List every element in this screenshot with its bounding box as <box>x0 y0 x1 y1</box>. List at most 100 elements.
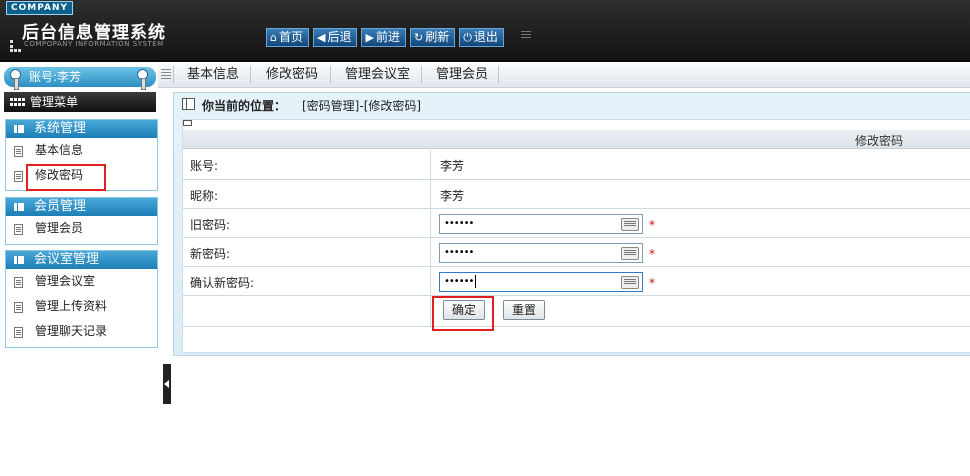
arrow-right-icon: ▶ <box>365 31 374 44</box>
new-password-label: 新密码: <box>190 247 231 261</box>
tab-manage-members[interactable]: 管理会员 <box>436 62 488 87</box>
group-icon <box>14 125 24 133</box>
sidebar: 账号:李芳 管理菜单 系统管理 基本信息 修改密码 会员管理 管理会员 会议室管… <box>0 62 163 476</box>
power-icon: ⏻ <box>463 31 472 44</box>
account-bar: 账号:李芳 <box>4 67 156 90</box>
account-row: 账号: 李芳 <box>183 150 970 180</box>
menu-group-members: 会员管理 管理会员 <box>5 197 158 245</box>
old-password-input[interactable]: •••••• <box>439 214 643 234</box>
menu-grid-icon <box>10 98 26 107</box>
group-title: 系统管理 <box>34 121 87 136</box>
grip-icon <box>521 31 531 41</box>
sidebar-item-label: 管理会议室 <box>35 274 96 288</box>
old-password-row: 旧密码: •••••• * <box>183 209 970 238</box>
content-panel: 你当前的位置： [密码管理]-[修改密码] 修改密码 账号: 李芳 昵称: 李芳… <box>173 92 970 356</box>
top-nav: ⌂ 首页 ◀ 后退 ▶ 前进 ↻ 刷新 ⏻ 退出 <box>266 28 504 47</box>
keyboard-icon[interactable] <box>621 276 639 289</box>
required-mark: * <box>649 218 655 232</box>
app-header: COMPANY 后台信息管理系统 COMPOPANY INFORMATION S… <box>0 0 970 62</box>
company-badge: COMPANY <box>6 1 73 15</box>
form-header-title: 修改密码 <box>855 134 904 148</box>
sidebar-item-label: 管理聊天记录 <box>35 324 108 338</box>
tab-divider <box>421 66 422 83</box>
logout-label: 退出 <box>473 30 498 44</box>
group-icon <box>14 203 24 211</box>
reset-button[interactable]: 重置 <box>503 300 546 320</box>
group-title: 会员管理 <box>34 199 87 214</box>
sidebar-item-label: 管理会员 <box>35 221 84 235</box>
arrow-left-icon: ◀ <box>317 31 326 44</box>
forward-button[interactable]: ▶ 前进 <box>361 28 406 47</box>
logout-button[interactable]: ⏻ 退出 <box>459 28 504 47</box>
document-icon <box>14 277 23 288</box>
document-icon <box>14 327 23 338</box>
label-cell <box>183 150 431 179</box>
breadcrumb-path: [密码管理]-[修改密码] <box>302 99 422 113</box>
account-label: 账号:李芳 <box>29 70 82 84</box>
pin-icon <box>10 69 21 90</box>
keyboard-icon[interactable] <box>621 218 639 231</box>
group-title: 会议室管理 <box>34 252 100 267</box>
menu-title: 管理菜单 <box>4 92 156 112</box>
nickname-label: 昵称: <box>190 189 219 203</box>
document-icon <box>14 146 23 157</box>
home-label: 首页 <box>278 30 303 44</box>
grip-icon <box>161 69 171 81</box>
location-icon <box>182 98 195 110</box>
tab-divider <box>498 66 499 83</box>
document-icon <box>14 302 23 313</box>
required-mark: * <box>649 276 655 290</box>
account-value: 李芳 <box>440 159 465 173</box>
label-cell <box>183 296 431 326</box>
menu-group-meeting: 会议室管理 管理会议室 管理上传资料 管理聊天记录 <box>5 250 158 348</box>
confirm-password-label: 确认新密码: <box>190 276 255 290</box>
highlight-box <box>432 296 494 331</box>
nickname-row: 昵称: 李芳 <box>183 180 970 209</box>
new-password-input[interactable]: •••••• <box>439 243 643 263</box>
system-subtitle: COMPOPANY INFORMATION SYSTEM <box>24 40 164 48</box>
sidebar-item-manage-chat-logs[interactable]: 管理聊天记录 <box>6 319 157 344</box>
old-password-label: 旧密码: <box>190 218 231 232</box>
tab-divider <box>173 66 174 83</box>
sidebar-collapse-handle[interactable] <box>163 364 171 404</box>
group-header-system[interactable]: 系统管理 <box>6 120 157 138</box>
refresh-button[interactable]: ↻ 刷新 <box>409 28 456 47</box>
group-header-meeting[interactable]: 会议室管理 <box>6 251 157 269</box>
back-button[interactable]: ◀ 后退 <box>313 28 358 47</box>
nickname-value: 李芳 <box>440 189 465 203</box>
password-dots: •••••• <box>444 218 474 229</box>
tab-divider <box>250 66 251 83</box>
tab-basic-info[interactable]: 基本信息 <box>187 62 239 87</box>
refresh-icon: ↻ <box>413 31 424 44</box>
sidebar-item-manage-meeting-rooms[interactable]: 管理会议室 <box>6 269 157 294</box>
sidebar-item-manage-uploads[interactable]: 管理上传资料 <box>6 294 157 319</box>
change-password-form: 修改密码 账号: 李芳 昵称: 李芳 旧密码: •••••• * 新密码: ••… <box>182 119 970 353</box>
account-label: 账号: <box>190 159 219 173</box>
refresh-label: 刷新 <box>425 30 450 44</box>
keyboard-icon[interactable] <box>621 247 639 260</box>
menu-title-label: 管理菜单 <box>30 95 79 109</box>
password-dots: •••••• <box>444 247 474 258</box>
breadcrumb-prefix: 你当前的位置： <box>202 99 287 113</box>
tab-divider <box>330 66 331 83</box>
tab-manage-meeting-rooms[interactable]: 管理会议室 <box>345 62 410 87</box>
document-icon <box>14 224 23 235</box>
new-password-row: 新密码: •••••• * <box>183 238 970 267</box>
buttons-row: 确定 重置 <box>183 296 970 327</box>
home-button[interactable]: ⌂ 首页 <box>266 28 309 47</box>
confirm-password-input[interactable]: •••••• <box>439 272 643 292</box>
label-cell <box>183 180 431 208</box>
group-header-members[interactable]: 会员管理 <box>6 198 157 216</box>
forward-label: 前进 <box>375 30 400 44</box>
sidebar-item-manage-members[interactable]: 管理会员 <box>6 216 157 241</box>
pin-icon <box>137 69 148 90</box>
sidebar-item-label: 基本信息 <box>35 143 84 157</box>
sidebar-item-basic-info[interactable]: 基本信息 <box>6 138 157 163</box>
tab-change-password[interactable]: 修改密码 <box>266 62 318 87</box>
home-icon: ⌂ <box>270 31 277 44</box>
confirm-password-row: 确认新密码: •••••• * <box>183 267 970 296</box>
group-icon <box>14 256 24 264</box>
highlight-box <box>26 164 106 191</box>
back-label: 后退 <box>327 30 352 44</box>
password-dots: •••••• <box>444 276 474 287</box>
